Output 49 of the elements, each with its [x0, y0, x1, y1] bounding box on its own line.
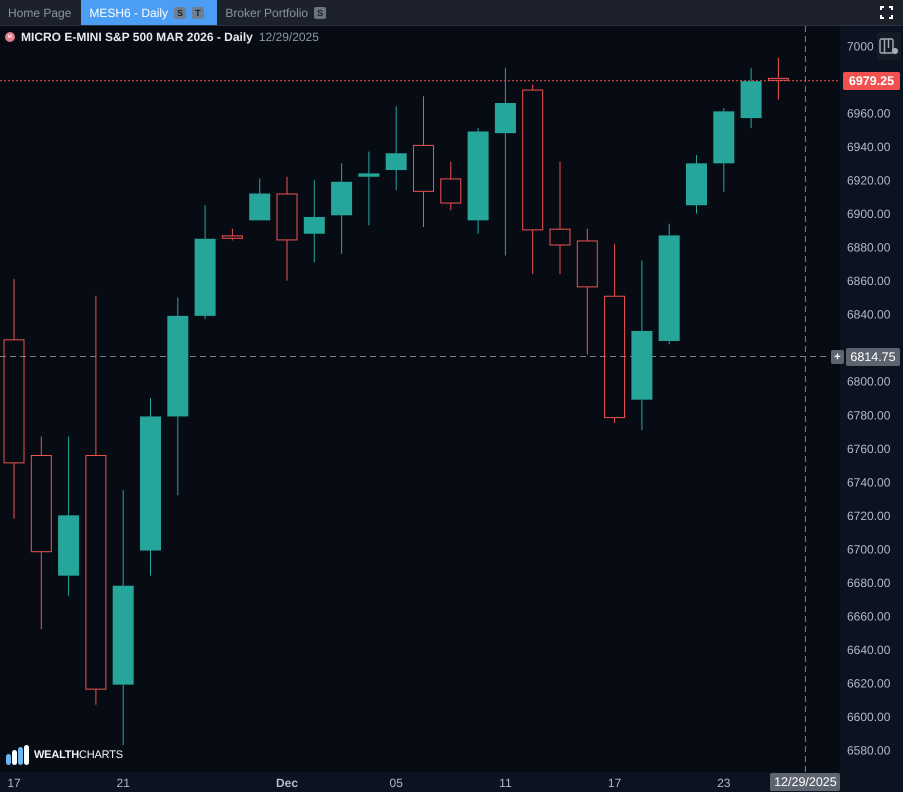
- candlestick: [740, 67, 762, 129]
- crosshair-date-tag: 12/29/2025: [770, 773, 840, 791]
- price-axis-label: 6660.00: [847, 609, 890, 624]
- chart-settings-icon[interactable]: [877, 32, 901, 60]
- tab[interactable]: Broker Portfolio S: [217, 0, 336, 25]
- tab[interactable]: MESH6 - Daily S T: [81, 0, 218, 25]
- chart-date: 12/29/2025: [258, 30, 319, 44]
- price-axis-label: 6600.00: [847, 710, 890, 724]
- candlestick: [249, 178, 270, 221]
- tab-badge: S: [314, 6, 326, 18]
- price-axis-label: 6740.00: [847, 475, 890, 490]
- date-axis-label: 17: [7, 776, 21, 790]
- fullscreen-icon[interactable]: [880, 6, 893, 19]
- price-axis-label: 6840.00: [847, 308, 890, 322]
- candlestick: [222, 228, 243, 241]
- date-axis-label: 23: [717, 776, 730, 790]
- price-axis-label: 6680.00: [847, 576, 890, 590]
- tab-badge: T: [192, 6, 204, 18]
- brand-logo-icon: [5, 744, 31, 766]
- date-axis-label: Dec: [276, 776, 298, 790]
- crosshair-add-button[interactable]: +: [831, 350, 844, 364]
- price-axis-label: 6640.00: [847, 642, 890, 657]
- tab-badge: S: [174, 6, 186, 18]
- price-axis-label: 6780.00: [847, 408, 890, 422]
- price-axis-label: 6700.00: [847, 542, 890, 556]
- price-axis-label: 7000: [847, 40, 874, 54]
- price-axis-label: 6880.00: [847, 240, 890, 255]
- date-axis-label: 21: [116, 776, 130, 790]
- price-axis-label: 6760.00: [847, 442, 890, 456]
- price-axis-label: 6580.00: [847, 744, 890, 758]
- last-price-tag: 6979.25: [843, 72, 900, 90]
- price-axis-label: 6920.00: [847, 174, 890, 188]
- price-axis-label: 6960.00: [847, 106, 890, 121]
- brand-name: WEALTHCHARTS: [34, 749, 123, 761]
- date-axis-label: 11: [499, 776, 512, 790]
- price-axis-label: 6720.00: [847, 508, 890, 523]
- price-axis-label: 6860.00: [847, 274, 890, 288]
- candlestick: [440, 161, 462, 211]
- price-axis-label: 6620.00: [847, 676, 890, 690]
- price-axis-label: 6800.00: [847, 374, 890, 389]
- candlestick: [768, 57, 789, 100]
- tab[interactable]: Home Page: [0, 0, 82, 25]
- candlestick: [686, 154, 707, 214]
- price-axis-label: 6900.00: [847, 207, 890, 222]
- price-axis-label: 6940.00: [847, 140, 890, 154]
- date-axis-label: 05: [390, 776, 403, 790]
- date-axis-label: 17: [608, 776, 622, 790]
- crosshair-price-tag: 6814.75: [846, 348, 900, 366]
- chart-title: MICRO E-MINI S&P 500 MAR 2026 - Daily: [21, 30, 253, 44]
